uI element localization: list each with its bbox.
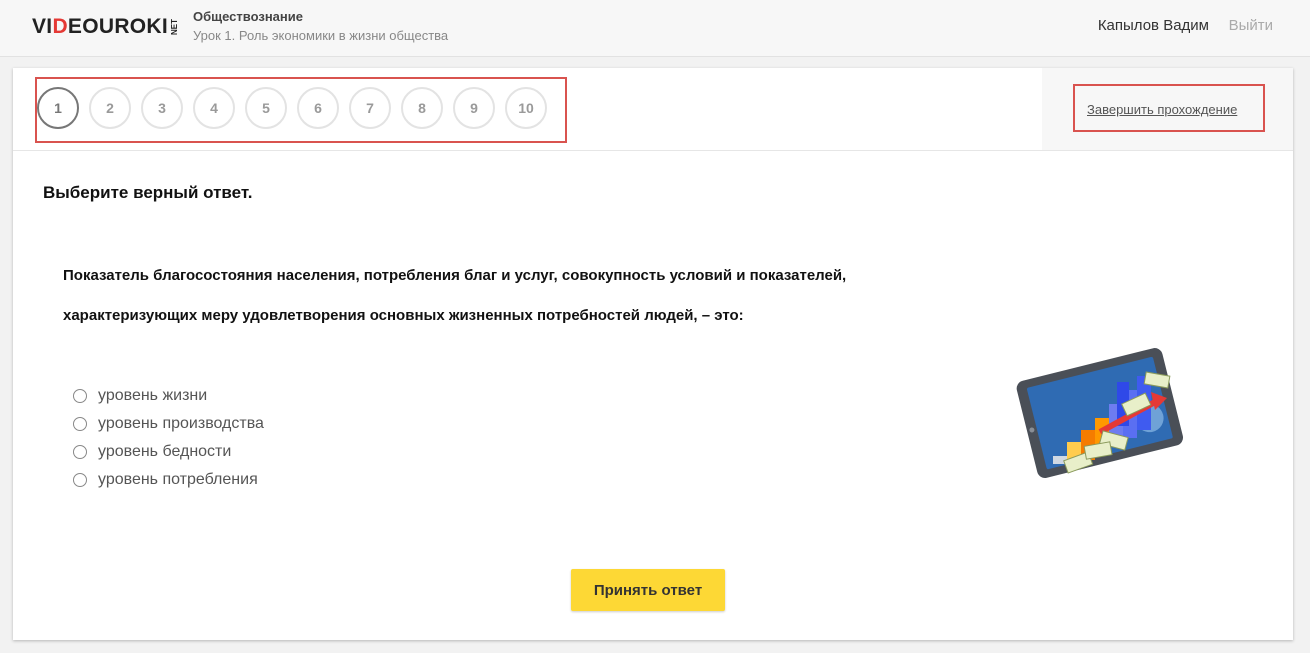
question-button-9[interactable]: 9 <box>453 87 495 129</box>
test-card: 1 2 3 4 5 6 7 8 9 10 Завершить прохожден… <box>13 68 1293 640</box>
option-label: уровень потребления <box>98 471 258 488</box>
course-title: Обществознание <box>193 9 303 24</box>
radio-button[interactable] <box>73 389 87 403</box>
question-button-4[interactable]: 4 <box>193 87 235 129</box>
radio-button[interactable] <box>73 445 87 459</box>
option-label: уровень жизни <box>98 387 208 404</box>
logo-text-1: VI <box>32 15 53 38</box>
radio-button[interactable] <box>73 473 87 487</box>
option-label: уровень бедности <box>98 443 232 460</box>
finish-test-link[interactable]: Завершить прохождение <box>1087 102 1237 117</box>
finish-panel: Завершить прохождение <box>1042 68 1293 150</box>
answer-option[interactable]: уровень потребления <box>73 466 264 494</box>
logout-link[interactable]: Выйти <box>1229 17 1273 34</box>
question-button-6[interactable]: 6 <box>297 87 339 129</box>
question-button-5[interactable]: 5 <box>245 87 287 129</box>
question-button-7[interactable]: 7 <box>349 87 391 129</box>
question-button-3[interactable]: 3 <box>141 87 183 129</box>
answer-option[interactable]: уровень производства <box>73 410 264 438</box>
question-button-10[interactable]: 10 <box>505 87 547 129</box>
lesson-title: Урок 1. Роль экономики в жизни общества <box>193 28 449 43</box>
tablet-money-chart-illustration <box>1016 348 1184 478</box>
answer-option[interactable]: уровень жизни <box>73 382 264 410</box>
course-info: Обществознание Урок 1. Роль экономики в … <box>193 9 448 43</box>
test-navigation: 1 2 3 4 5 6 7 8 9 10 Завершить прохожден… <box>13 68 1293 151</box>
top-bar: VI D EOUROKI NET Обществознание Урок 1. Рол… <box>0 0 1310 57</box>
radio-button[interactable] <box>73 417 87 431</box>
user-name[interactable]: Капылов Вадим <box>1098 17 1209 34</box>
answer-options: уровень жизни уровень производства урове… <box>73 382 264 494</box>
question-button-8[interactable]: 8 <box>401 87 443 129</box>
question-text: Показатель благосостояния населения, пот… <box>63 267 847 324</box>
logo-net: NET <box>170 19 180 35</box>
question-button-1[interactable]: 1 <box>37 87 79 129</box>
site-logo[interactable]: VI D EOUROKI NET <box>32 14 179 40</box>
answer-option[interactable]: уровень бедности <box>73 438 264 466</box>
option-label: уровень производства <box>98 415 264 432</box>
question-nav: 1 2 3 4 5 6 7 8 9 10 <box>37 87 547 129</box>
accept-answer-button[interactable]: Принять ответ <box>571 569 725 611</box>
question-instruction: Выберите верный ответ. <box>43 183 253 202</box>
question-button-2[interactable]: 2 <box>89 87 131 129</box>
logo-text-3: EOUROKI <box>67 15 169 38</box>
logo-text-2: D <box>52 15 68 38</box>
